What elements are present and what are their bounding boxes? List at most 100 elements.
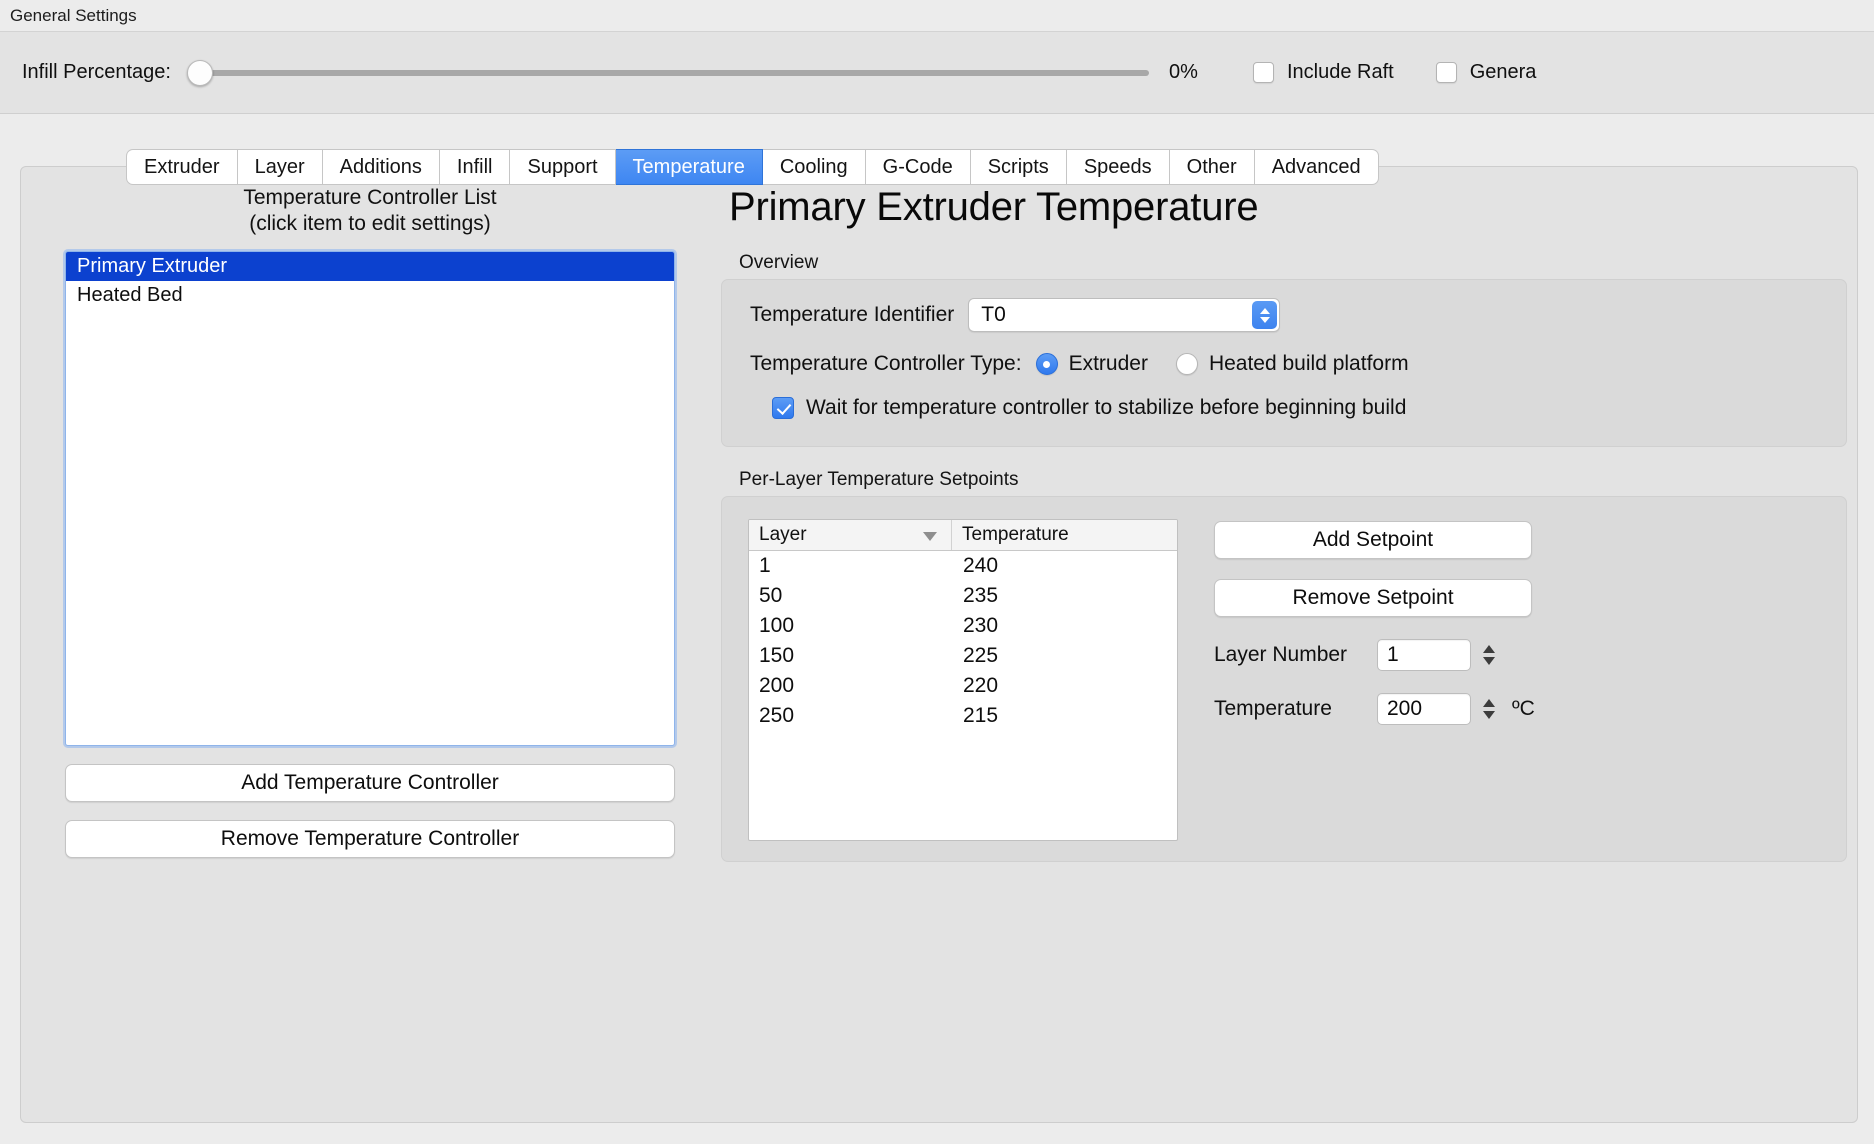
wait-stabilize-row[interactable]: Wait for temperature controller to stabi… — [722, 396, 1846, 420]
setpoints-group: Per-Layer Temperature Setpoints Layer Te… — [721, 469, 1847, 862]
include-raft-checkbox-group[interactable]: Include Raft — [1252, 61, 1394, 84]
cell-temperature: 220 — [963, 674, 999, 697]
temperature-controller-list[interactable]: Primary Extruder Heated Bed — [65, 251, 675, 747]
infill-percentage-label: Infill Percentage: — [22, 61, 171, 83]
generate-support-checkbox-group[interactable]: Genera — [1435, 61, 1537, 84]
tab-bar: Extruder Layer Additions Infill Support … — [126, 149, 1379, 185]
overview-group: Overview Temperature Identifier T0 Tempe… — [721, 252, 1847, 447]
controller-list-caption: Temperature Controller List (click item … — [65, 185, 675, 237]
general-settings-header: General Settings — [0, 0, 1874, 32]
list-item-primary-extruder[interactable]: Primary Extruder — [66, 252, 674, 282]
temperature-stepper[interactable] — [1479, 693, 1498, 725]
controller-type-row: Temperature Controller Type: Extruder He… — [722, 352, 1846, 376]
table-row[interactable]: 50 235 — [749, 581, 1177, 611]
table-row[interactable]: 1 240 — [749, 551, 1177, 581]
sort-descending-icon — [923, 532, 937, 541]
page-title: Primary Extruder Temperature — [729, 185, 1259, 229]
stepper-up-icon[interactable] — [1482, 645, 1495, 653]
infill-percentage-value: 0% — [1168, 61, 1198, 83]
layer-number-stepper[interactable] — [1479, 639, 1498, 671]
radio-extruder-label: Extruder — [1068, 352, 1148, 375]
slider-track — [194, 69, 1149, 76]
tab-extruder[interactable]: Extruder — [126, 149, 238, 185]
chevron-updown-icon[interactable] — [1252, 301, 1278, 329]
temperature-tab-content: Temperature Controller List (click item … — [20, 166, 1858, 1123]
stepper-down-icon[interactable] — [1482, 711, 1495, 719]
cell-layer: 150 — [759, 644, 795, 667]
layer-number-label: Layer Number — [1214, 643, 1348, 666]
table-row[interactable]: 200 220 — [749, 671, 1177, 701]
add-temperature-controller-button[interactable]: Add Temperature Controller — [65, 764, 675, 803]
cell-temperature: 230 — [963, 614, 999, 637]
temperature-input[interactable]: 200 — [1377, 693, 1471, 725]
stepper-down-icon[interactable] — [1482, 657, 1495, 665]
chevron-up-icon — [1259, 307, 1270, 314]
chevron-down-icon — [1259, 316, 1270, 323]
tab-advanced[interactable]: Advanced — [1254, 149, 1379, 185]
cell-layer: 100 — [759, 614, 795, 637]
infill-percentage-slider[interactable] — [186, 59, 1149, 87]
temperature-unit-label: ºC — [1512, 697, 1535, 720]
cell-temperature: 240 — [963, 554, 999, 577]
add-setpoint-button[interactable]: Add Setpoint — [1214, 521, 1532, 559]
cell-layer: 200 — [759, 674, 795, 697]
wait-stabilize-label: Wait for temperature controller to stabi… — [806, 396, 1407, 419]
column-header-layer[interactable]: Layer — [749, 520, 952, 550]
temperature-row: Temperature 200 ºC — [1214, 693, 1604, 725]
tab-cooling[interactable]: Cooling — [762, 149, 866, 185]
list-item-heated-bed[interactable]: Heated Bed — [66, 281, 674, 310]
remove-temperature-controller-button[interactable]: Remove Temperature Controller — [65, 820, 675, 859]
radio-extruder[interactable] — [1035, 353, 1058, 375]
cell-layer: 50 — [759, 584, 783, 607]
setpoint-controls: Add Setpoint Remove Setpoint Layer Numbe… — [1214, 519, 1604, 861]
controller-type-label: Temperature Controller Type: — [750, 352, 1022, 375]
remove-setpoint-button[interactable]: Remove Setpoint — [1214, 579, 1532, 617]
temperature-value-label: Temperature — [1214, 697, 1332, 720]
overview-group-box: Temperature Identifier T0 Temperature Co… — [721, 279, 1847, 447]
cell-temperature: 225 — [963, 644, 999, 667]
tab-infill[interactable]: Infill — [439, 149, 511, 185]
generate-support-checkbox[interactable] — [1435, 62, 1457, 83]
cell-layer: 1 — [759, 554, 771, 577]
overview-group-label: Overview — [739, 252, 819, 273]
radio-extruder-group[interactable]: Extruder — [1035, 352, 1176, 376]
general-settings-row: Infill Percentage: 0% Include Raft Gener… — [0, 32, 1874, 114]
include-raft-label: Include Raft — [1286, 61, 1394, 83]
tab-temperature[interactable]: Temperature — [615, 149, 763, 185]
tab-scripts[interactable]: Scripts — [970, 149, 1067, 185]
setpoints-group-box: Layer Temperature 1 240 50 235 100 230 1… — [721, 496, 1847, 862]
table-row[interactable]: 250 215 — [749, 701, 1177, 731]
radio-heated-bed-group[interactable]: Heated build platform — [1175, 352, 1437, 376]
tab-speeds[interactable]: Speeds — [1066, 149, 1170, 185]
stepper-up-icon[interactable] — [1482, 699, 1495, 707]
controller-list-caption-line2: (click item to edit settings) — [249, 212, 491, 236]
tab-gcode[interactable]: G-Code — [865, 149, 971, 185]
radio-heated-build-platform-label: Heated build platform — [1208, 352, 1409, 375]
tab-additions[interactable]: Additions — [322, 149, 440, 185]
column-header-temperature[interactable]: Temperature — [952, 520, 1177, 550]
controller-list-column: Temperature Controller List (click item … — [65, 185, 675, 859]
setpoints-table[interactable]: Layer Temperature 1 240 50 235 100 230 1… — [748, 519, 1178, 841]
tab-other[interactable]: Other — [1169, 149, 1255, 185]
include-raft-checkbox[interactable] — [1252, 62, 1274, 83]
tab-layer[interactable]: Layer — [237, 149, 323, 185]
cell-temperature: 215 — [963, 704, 999, 727]
settings-panel-area: Extruder Layer Additions Infill Support … — [0, 114, 1874, 1143]
cell-layer: 250 — [759, 704, 795, 727]
cell-temperature: 235 — [963, 584, 999, 607]
layer-number-input[interactable]: 1 — [1377, 639, 1471, 671]
table-row[interactable]: 100 230 — [749, 611, 1177, 641]
radio-heated-build-platform[interactable] — [1175, 353, 1198, 375]
generate-support-label: Genera — [1469, 61, 1537, 83]
temperature-identifier-row: Temperature Identifier T0 — [722, 298, 1846, 332]
temperature-identifier-select[interactable]: T0 — [968, 298, 1281, 332]
slider-thumb[interactable] — [186, 59, 213, 86]
tab-support[interactable]: Support — [510, 149, 616, 185]
temperature-identifier-value: T0 — [981, 303, 1006, 326]
setpoints-group-label: Per-Layer Temperature Setpoints — [739, 469, 1019, 490]
controller-list-caption-line1: Temperature Controller List — [243, 186, 497, 209]
wait-stabilize-checkbox[interactable] — [772, 397, 794, 419]
layer-number-row: Layer Number 1 — [1214, 639, 1604, 671]
table-row[interactable]: 150 225 — [749, 641, 1177, 671]
temperature-identifier-label: Temperature Identifier — [750, 303, 955, 326]
